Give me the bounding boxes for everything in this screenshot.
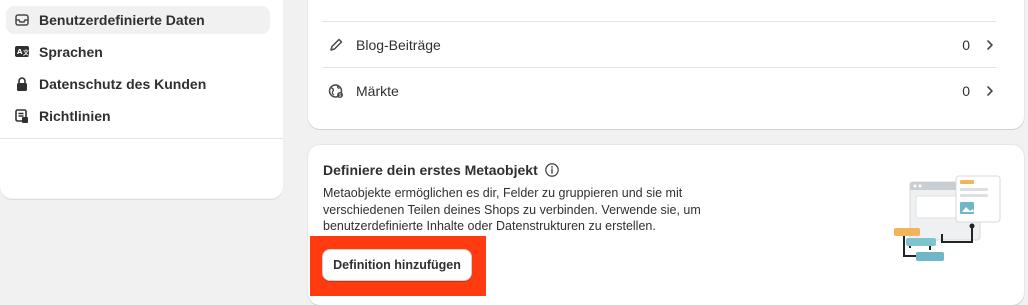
list-item-markets[interactable]: $ Märkte 0 [322,68,996,113]
sidebar-item-customer-privacy[interactable]: Datenschutz des Kunden [6,70,270,98]
settings-sidebar: Benutzerdefinierte Daten A文 Sprachen Dat… [0,0,283,199]
chevron-right-icon [984,39,996,51]
sidebar-divider [0,138,283,139]
list-item-count: 0 [962,36,970,53]
custom-data-list-card: Blog-Beiträge 0 $ Märkte 0 [308,0,1024,129]
list-item-count: 0 [962,82,970,99]
lock-icon [12,74,32,94]
list-item-blog-posts[interactable]: Blog-Beiträge 0 [322,22,996,67]
sidebar-item-custom-data[interactable]: Benutzerdefinierte Daten [6,6,270,34]
metaobject-title: Definiere dein erstes Metaobjekt [323,162,538,178]
list-item-label: Blog-Beiträge [356,36,441,53]
sidebar-item-policies[interactable]: Richtlinien [6,102,270,130]
metaobject-illustration [894,175,1001,261]
metaobject-title-row: Definiere dein erstes Metaobjekt [323,162,560,178]
policy-icon [12,106,32,126]
sidebar-item-label: Sprachen [39,44,103,60]
translate-icon: A文 [12,42,32,62]
svg-text:文: 文 [22,49,30,57]
add-definition-button[interactable]: Definition hinzufügen [322,249,472,281]
database-icon [12,10,32,30]
sidebar-item-label: Datenschutz des Kunden [39,76,207,92]
sidebar-item-label: Richtlinien [39,108,111,124]
chevron-right-icon [984,85,996,97]
pencil-icon [326,35,346,55]
sidebar-item-languages[interactable]: A文 Sprachen [6,38,270,66]
svg-text:$: $ [339,92,342,98]
list-item-label: Märkte [356,82,399,99]
globe-icon: $ [326,81,346,101]
info-icon[interactable] [544,162,560,178]
sidebar-item-label: Benutzerdefinierte Daten [39,12,205,28]
metaobject-description: Metaobjekte ermöglichen es dir, Felder z… [323,186,701,233]
